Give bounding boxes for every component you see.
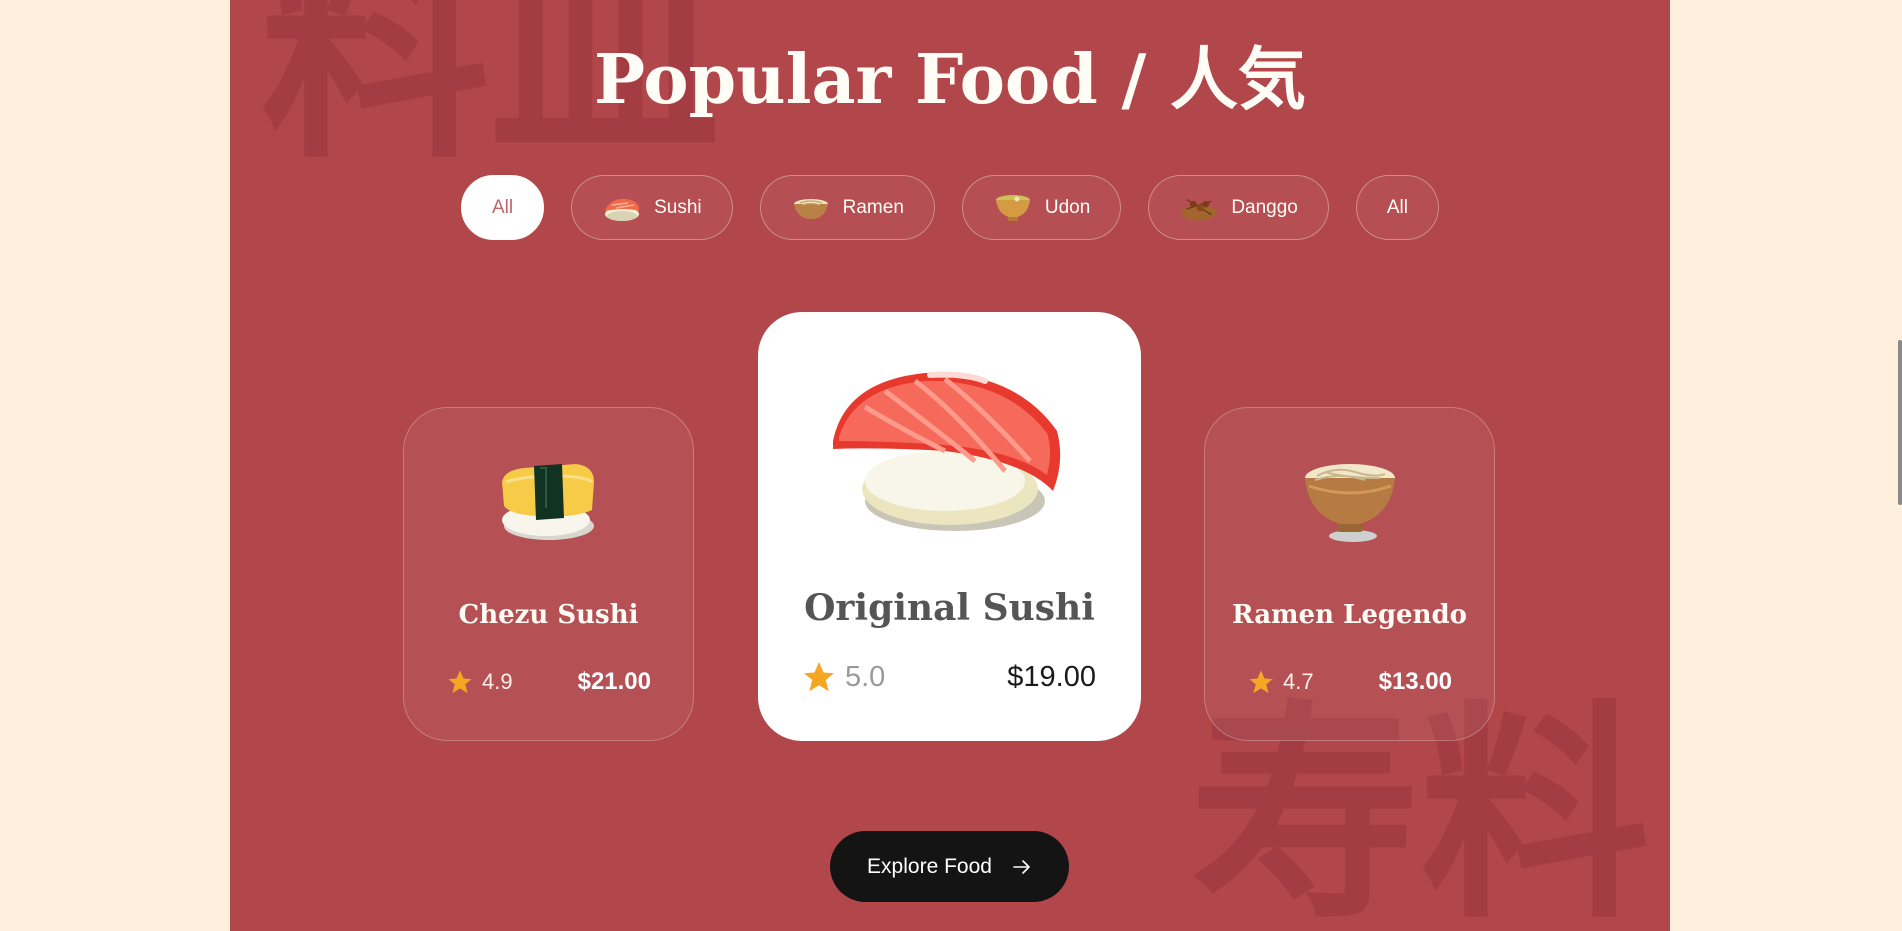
section-title: Popular Food / 人気 [593,40,1307,120]
food-name: Ramen Legendo [1231,600,1468,630]
filter-danggo[interactable]: Danggo [1148,175,1329,240]
sushi-icon [602,191,642,225]
filter-udon[interactable]: Udon [961,175,1122,240]
tamago-sushi-image [404,448,693,548]
ramen-bowl-icon [791,191,831,225]
filter-label: Ramen [842,196,904,218]
food-name: Original Sushi [804,587,1095,629]
star-icon [804,662,834,692]
filter-label: All [1386,196,1408,218]
filter-sushi[interactable]: Sushi [571,175,733,240]
food-meta: 4.9 $21.00 [446,668,651,696]
category-filters: All Sushi Ramen Udon Danggo All [230,175,1670,240]
rating: 5.0 [801,659,885,695]
dango-plate-icon [1179,191,1219,225]
food-meta: 5.0 $19.00 [801,659,1096,695]
salmon-sushi-image [759,351,1140,541]
rating-value: 4.7 [1283,669,1314,694]
arrow-right-icon [1013,859,1030,874]
filter-label: Danggo [1231,196,1298,218]
filter-label: Sushi [654,196,702,218]
rating: 4.9 [446,668,513,696]
filter-all-secondary[interactable]: All [1355,175,1439,240]
rating: 4.7 [1247,668,1314,696]
food-card-ramen-legendo[interactable]: Ramen Legendo 4.7 $13.00 [1204,407,1495,741]
filter-all[interactable]: All [460,175,545,240]
star-icon [1249,670,1273,694]
food-name: Chezu Sushi [458,600,639,630]
star-icon [448,670,472,694]
popular-food-section: 料皿 寿料 Popular Food / 人気 All Sushi Ramen … [230,0,1670,931]
filter-label: All [491,196,514,218]
udon-bowl-icon [993,191,1033,225]
filter-label: Udon [1044,196,1091,218]
food-card-chezu-sushi[interactable]: Chezu Sushi 4.9 $21.00 [403,407,694,741]
explore-food-button[interactable]: Explore Food [830,831,1069,902]
price: $21.00 [577,668,651,695]
rating-value: 4.9 [482,669,513,694]
price: $13.00 [1378,668,1452,695]
price: $19.00 [1007,660,1096,693]
explore-food-label: Explore Food [867,854,992,878]
filter-ramen[interactable]: Ramen [759,175,935,240]
page-scrollbar[interactable] [1898,340,1902,505]
food-meta: 4.7 $13.00 [1247,668,1452,696]
rating-value: 5.0 [845,660,886,693]
food-card-original-sushi[interactable]: Original Sushi 5.0 $19.00 [758,312,1141,741]
ramen-bowl-image [1205,448,1494,548]
